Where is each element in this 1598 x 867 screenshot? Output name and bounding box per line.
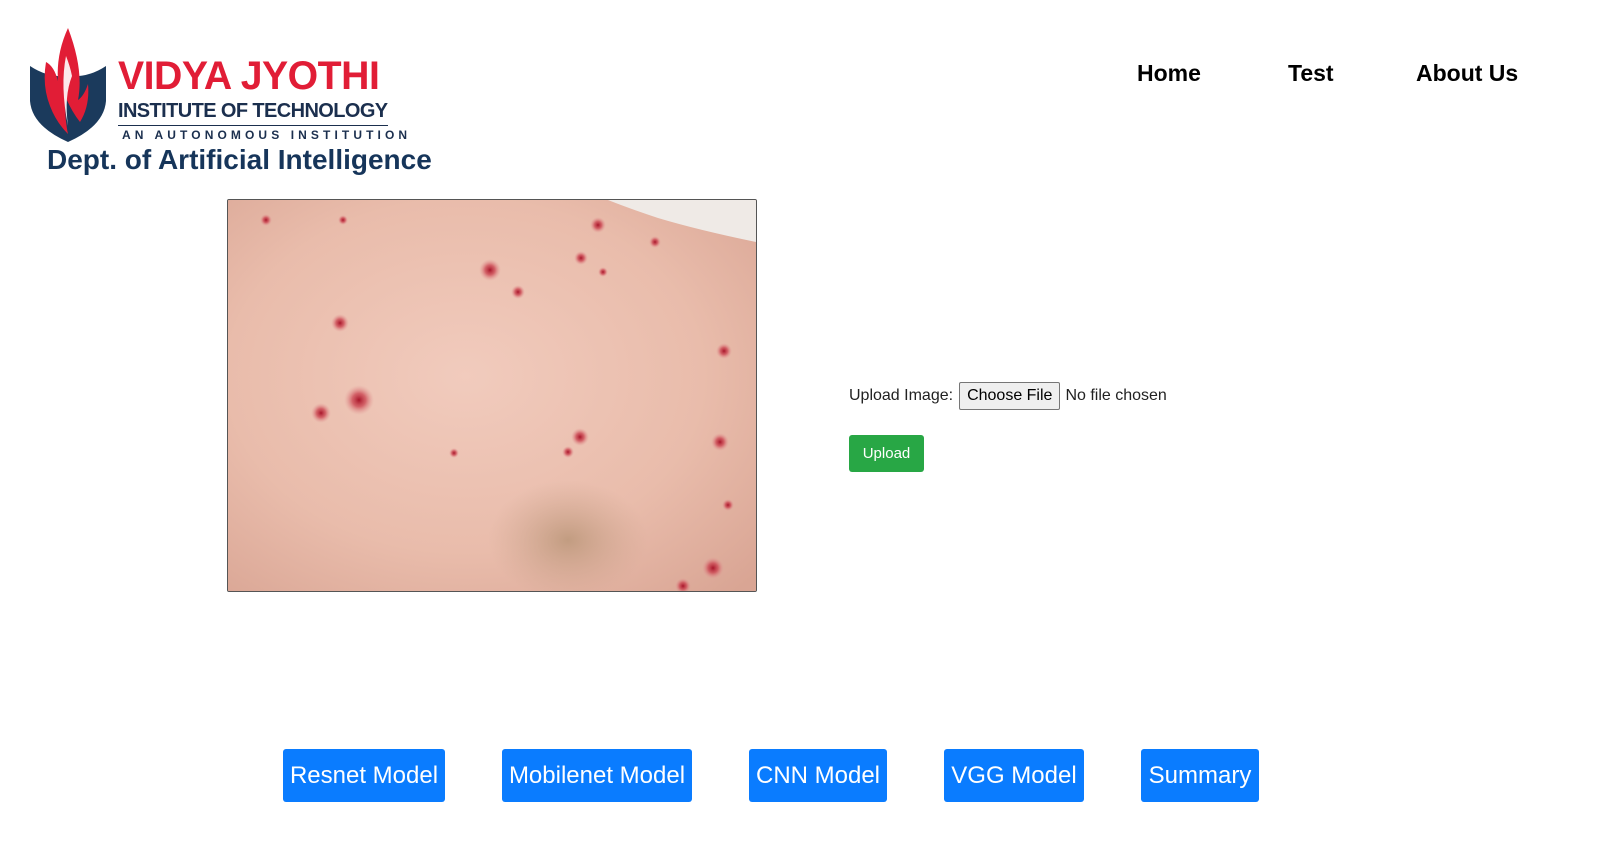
skin-rash-image: [228, 200, 756, 591]
vgg-model-button[interactable]: VGG Model: [944, 749, 1084, 802]
resnet-model-button[interactable]: Resnet Model: [283, 749, 445, 802]
summary-button[interactable]: Summary: [1141, 749, 1259, 802]
file-status-text: No file chosen: [1065, 387, 1167, 404]
logo-tagline: AN AUTONOMOUS INSTITUTION: [122, 128, 412, 142]
upload-image-label: Upload Image:: [849, 387, 954, 404]
cnn-model-button[interactable]: CNN Model: [749, 749, 887, 802]
nav-test-link[interactable]: Test: [1288, 60, 1334, 87]
page: VIDYA JYOTHI INSTITUTE OF TECHNOLOGY AN …: [0, 0, 1598, 867]
upload-button[interactable]: Upload: [849, 435, 924, 472]
file-input-row: Upload Image: Choose File No file chosen: [849, 382, 1249, 410]
main-nav: Home Test About Us: [0, 60, 1598, 94]
logo-subtitle: INSTITUTE OF TECHNOLOGY: [118, 100, 388, 126]
mobilenet-model-button[interactable]: Mobilenet Model: [502, 749, 692, 802]
nav-home-link[interactable]: Home: [1137, 60, 1201, 87]
upload-form: Upload Image: Choose File No file chosen…: [849, 382, 1249, 472]
uploaded-image-preview: [227, 199, 757, 592]
nav-about-us-link[interactable]: About Us: [1416, 60, 1518, 87]
choose-file-button[interactable]: Choose File: [959, 382, 1061, 410]
department-title: Dept. of Artificial Intelligence: [47, 144, 432, 175]
